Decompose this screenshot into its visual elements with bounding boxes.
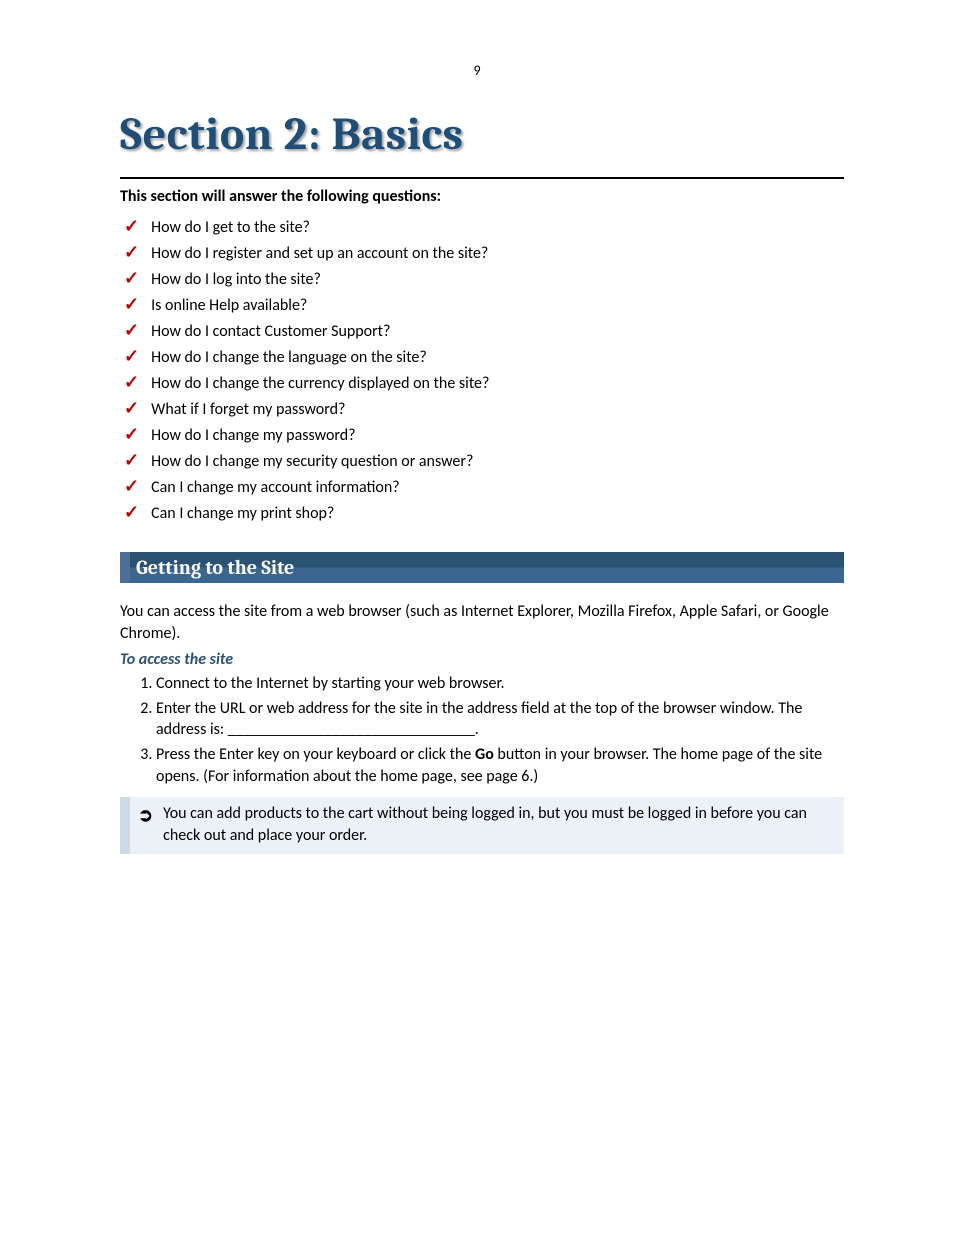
question-text: How do I contact Customer Support?	[151, 320, 390, 344]
question-text: How do I change my password?	[151, 424, 355, 448]
access-paragraph: You can access the site from a web brows…	[120, 601, 844, 644]
check-icon: ✓	[124, 320, 139, 342]
check-icon: ✓	[124, 502, 139, 524]
step-text: Press the Enter key on your keyboard or …	[156, 745, 475, 764]
page: 9 Section 2: Basics This section will an…	[0, 0, 954, 1235]
question-text: Can I change my print shop?	[151, 502, 334, 526]
step-item: Press the Enter key on your keyboard or …	[156, 744, 844, 787]
list-item: ✓ How do I get to the site?	[124, 216, 844, 240]
list-item: ✓ How do I register and set up an account…	[124, 242, 844, 266]
check-icon: ✓	[124, 398, 139, 420]
list-item: ✓ How do I contact Customer Support?	[124, 320, 844, 344]
question-list: ✓ How do I get to the site? ✓ How do I reg…	[120, 216, 844, 526]
steps-list: Connect to the Internet by starting your…	[120, 673, 844, 787]
list-item: ✓ Can I change my print shop?	[124, 502, 844, 526]
question-text: How do I change the language on the site…	[151, 346, 427, 370]
intro-line: This section will answer the following q…	[120, 187, 844, 206]
question-text: How do I change the currency displayed o…	[151, 372, 489, 396]
question-text: Is online Help available?	[151, 294, 307, 318]
step-item: Connect to the Internet by starting your…	[156, 673, 844, 695]
check-icon: ✓	[124, 450, 139, 472]
note-box: ➲ You can add products to the cart witho…	[120, 797, 844, 854]
list-item: ✓ How do I change the currency displayed …	[124, 372, 844, 396]
question-text: How do I register and set up an account …	[151, 242, 488, 266]
check-icon: ✓	[124, 372, 139, 394]
check-icon: ✓	[124, 242, 139, 264]
list-item: ✓ How do I log into the site?	[124, 268, 844, 292]
page-number: 9	[0, 62, 954, 79]
question-text: How do I log into the site?	[151, 268, 321, 292]
list-item: ✓ Can I change my account information?	[124, 476, 844, 500]
list-item: ✓ How do I change my security question or…	[124, 450, 844, 474]
list-item: ✓ How do I change my password?	[124, 424, 844, 448]
check-icon: ✓	[124, 268, 139, 290]
question-text: How do I get to the site?	[151, 216, 310, 240]
subsection-header: Getting to the Site	[120, 552, 844, 583]
list-item: ✓ Is online Help available?	[124, 294, 844, 318]
question-text: What if I forget my password?	[151, 398, 345, 422]
title-rule	[120, 177, 844, 179]
check-icon: ✓	[124, 216, 139, 238]
check-icon: ✓	[124, 346, 139, 368]
list-item: ✓ How do I change the language on the sit…	[124, 346, 844, 370]
access-subheading: To access the site	[120, 650, 844, 669]
check-icon: ✓	[124, 476, 139, 498]
step-bold: Go	[475, 745, 494, 764]
arrow-icon: ➲	[138, 803, 153, 846]
question-text: How do I change my security question or …	[151, 450, 473, 474]
check-icon: ✓	[124, 424, 139, 446]
question-text: Can I change my account information?	[151, 476, 400, 500]
step-item: Enter the URL or web address for the sit…	[156, 698, 844, 741]
check-icon: ✓	[124, 294, 139, 316]
list-item: ✓ What if I forget my password?	[124, 398, 844, 422]
note-text: You can add products to the cart without…	[163, 803, 834, 846]
section-title: Section 2: Basics	[120, 108, 844, 161]
